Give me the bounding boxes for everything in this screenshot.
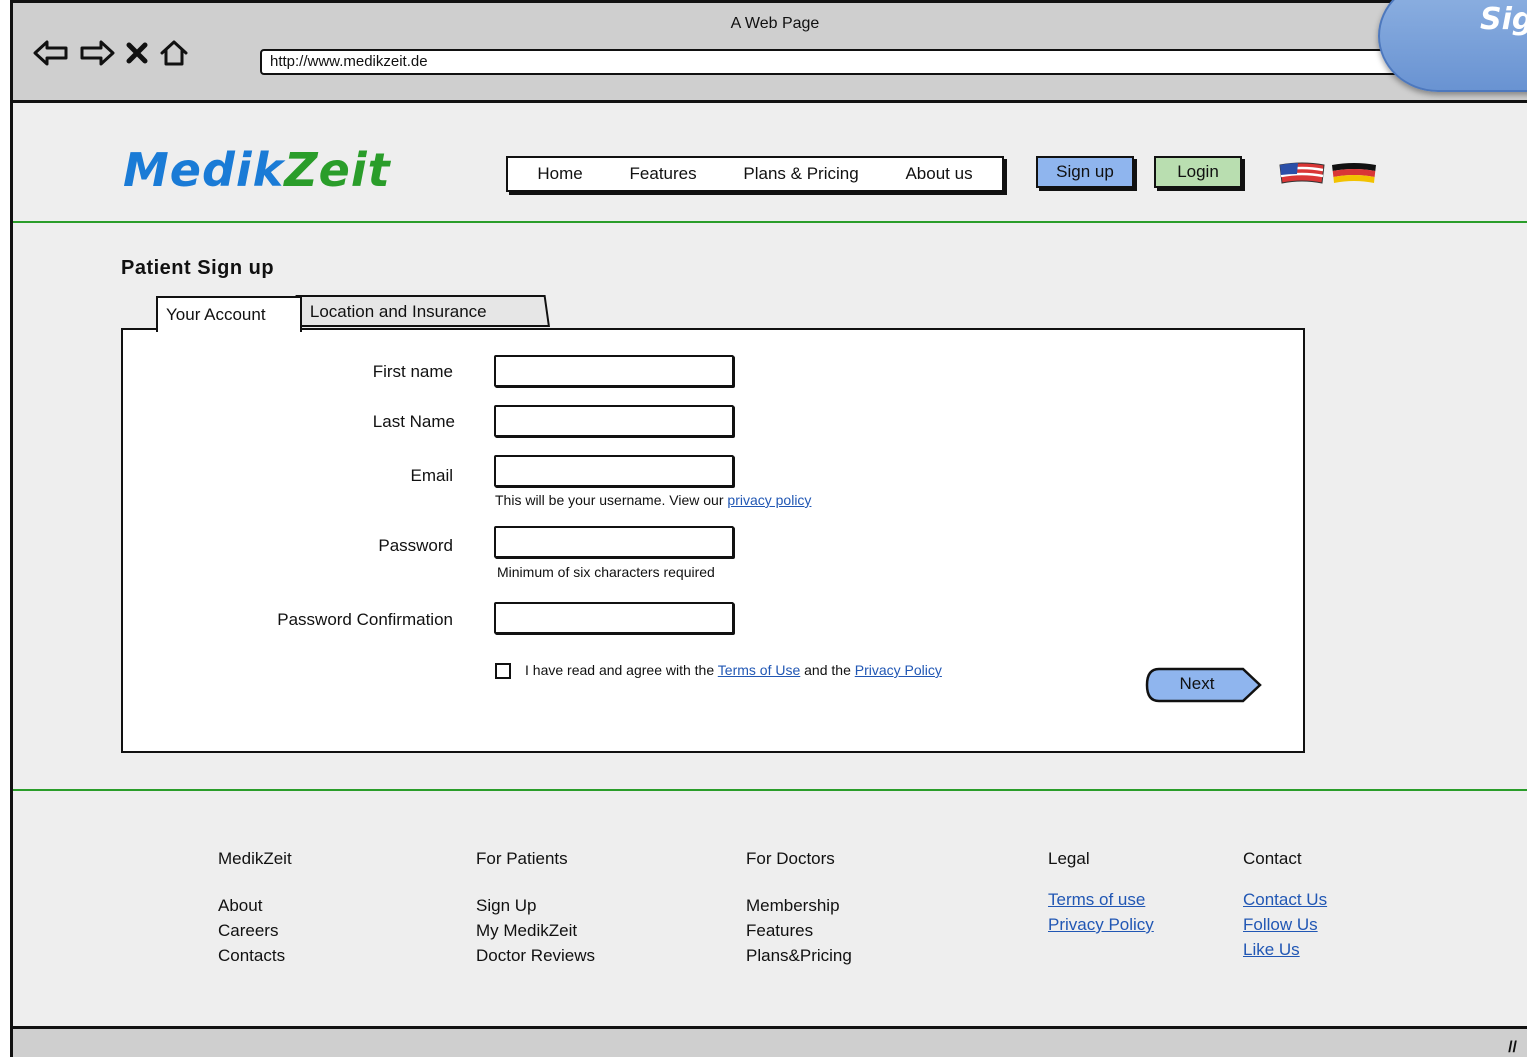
consent-middle: and the [800,662,855,678]
back-arrow-icon[interactable] [33,39,69,67]
menu-item-plans-pricing[interactable]: Plans & Pricing [743,164,858,184]
menu-item-home[interactable]: Home [537,164,582,184]
email-label: Email [410,466,453,485]
footer-heading-legal: Legal [1048,849,1090,868]
footer-link-my-medikzeit[interactable]: My MedikZeit [476,918,595,943]
tab-your-account[interactable]: Your Account [156,296,302,332]
menu-item-features[interactable]: Features [630,164,697,184]
last-name-input[interactable] [494,405,734,437]
signup-form: First name Last Name Email This will be … [121,328,1305,753]
resize-grip-icon[interactable]: // [1508,1039,1517,1057]
window-title: A Web Page [730,15,820,32]
footer-link-terms-of-use[interactable]: Terms of use [1048,887,1154,912]
password-help-text: Minimum of six characters required [497,564,715,580]
home-icon[interactable] [159,39,189,67]
page-title: Patient Sign up [121,257,275,279]
medikzeit-logo[interactable]: MedikZeit [123,143,391,197]
menu-item-about-us[interactable]: About us [905,164,972,184]
us-flag-icon[interactable] [1278,161,1326,190]
tab-location-insurance[interactable]: Location and Insurance [295,295,550,327]
browser-chrome: A Web Page http://www.medikzeit.de [13,3,1527,103]
language-flags [1278,161,1378,190]
close-x-icon[interactable] [125,41,149,65]
german-flag-icon[interactable] [1330,161,1378,190]
forward-arrow-icon[interactable] [79,39,115,67]
next-button[interactable]: Next [1145,667,1262,703]
password-label: Password [378,536,453,555]
password-input[interactable] [494,526,734,558]
privacy-policy-link[interactable]: Privacy Policy [855,662,942,678]
logo-part-zeit: Zeit [284,143,391,197]
browser-window: A Web Page http://www.medikzeit.de Medik… [10,0,1527,1057]
footer-heading-doctors: For Doctors [746,849,835,868]
footer-col-patients: For Patients Sign Up My MedikZeit Doctor… [476,849,595,968]
footer-link-like-us[interactable]: Like Us [1243,937,1327,962]
footer-divider [13,789,1527,791]
signup-button[interactable]: Sign up [1036,156,1134,188]
browser-nav [33,39,189,67]
footer-link-plans-pricing[interactable]: Plans&Pricing [746,943,852,968]
email-privacy-policy-link[interactable]: privacy policy [727,492,811,508]
sign-up-ribbon: Sig [1378,0,1527,92]
footer-link-contacts[interactable]: Contacts [218,943,292,968]
header-divider [13,221,1527,223]
agree-checkbox[interactable] [495,663,511,679]
logo-part-medik: Medik [123,143,285,197]
email-input[interactable] [494,455,734,487]
footer-col-medikzeit: MedikZeit About Careers Contacts [218,849,292,968]
login-button[interactable]: Login [1154,156,1242,188]
footer-link-doctor-reviews[interactable]: Doctor Reviews [476,943,595,968]
footer-link-privacy-policy[interactable]: Privacy Policy [1048,912,1154,937]
address-bar[interactable]: http://www.medikzeit.de [260,49,1400,75]
footer-heading-contact: Contact [1243,849,1302,868]
status-bar: // [13,1026,1527,1057]
footer-link-features[interactable]: Features [746,918,852,943]
footer-link-sign-up[interactable]: Sign Up [476,893,595,918]
footer-heading-patients: For Patients [476,849,568,868]
email-help-prefix: This will be your username. View our [495,492,728,508]
password-confirmation-input[interactable] [494,602,734,634]
footer-col-contact: Contact Contact Us Follow Us Like Us [1243,849,1327,962]
next-button-label: Next [1179,674,1215,693]
footer-link-careers[interactable]: Careers [218,918,292,943]
site-header: MedikZeit Home Features Plans & Pricing … [13,103,1527,223]
tab-location-insurance-label: Location and Insurance [309,302,487,321]
first-name-label: First name [372,362,453,381]
footer-col-doctors: For Doctors Membership Features Plans&Pr… [746,849,852,968]
first-name-input[interactable] [494,355,734,387]
footer-col-legal: Legal Terms of use Privacy Policy [1048,849,1154,937]
main-menu: Home Features Plans & Pricing About us [506,156,1004,192]
password-confirmation-label: Password Confirmation [277,610,453,629]
terms-of-use-link[interactable]: Terms of Use [718,662,800,678]
footer-link-contact-us[interactable]: Contact Us [1243,887,1327,912]
email-help-text: This will be your username. View our pri… [495,492,811,508]
footer-link-follow-us[interactable]: Follow Us [1243,912,1327,937]
consent-text: I have read and agree with the Terms of … [525,662,942,678]
last-name-label: Last Name [372,412,455,431]
footer-link-membership[interactable]: Membership [746,893,852,918]
footer-link-about[interactable]: About [218,893,292,918]
consent-prefix: I have read and agree with the [525,662,718,678]
ribbon-text: Sig [1480,2,1527,37]
footer-heading-medikzeit: MedikZeit [218,849,292,868]
